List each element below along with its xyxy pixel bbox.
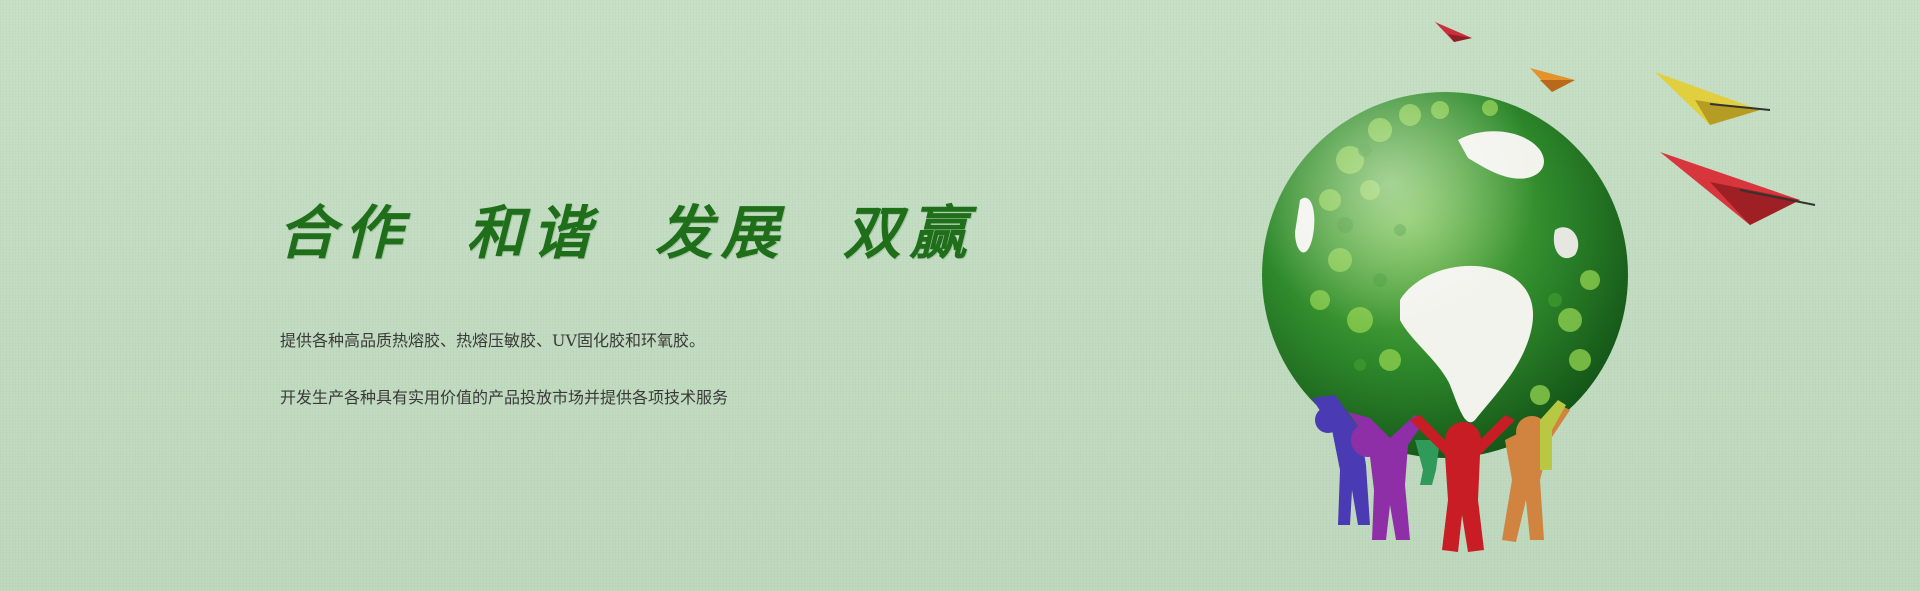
slogan-heading: 合作 和谐 发展 双赢 [278,199,976,267]
paper-plane-icon-yellow [1655,72,1771,125]
paper-plane-icon-red [1660,152,1816,225]
hero-banner: 合作 和谐 发展 双赢 提供各种高品质热熔胶、热熔压敏胶、UV固化胶和环氧胶。 … [0,0,1920,591]
description-line-services: 开发生产各种具有实用价值的产品投放市场并提供各项技术服务 [280,388,729,407]
figure-icon-green [1415,440,1440,485]
globe-illustration [1262,22,1816,552]
paper-plane-icon-small-red [1435,22,1472,42]
paper-plane-icon-orange [1530,68,1575,92]
description-line-products: 提供各种高品质热熔胶、热熔压敏胶、UV固化胶和环氧胶。 [280,331,706,350]
